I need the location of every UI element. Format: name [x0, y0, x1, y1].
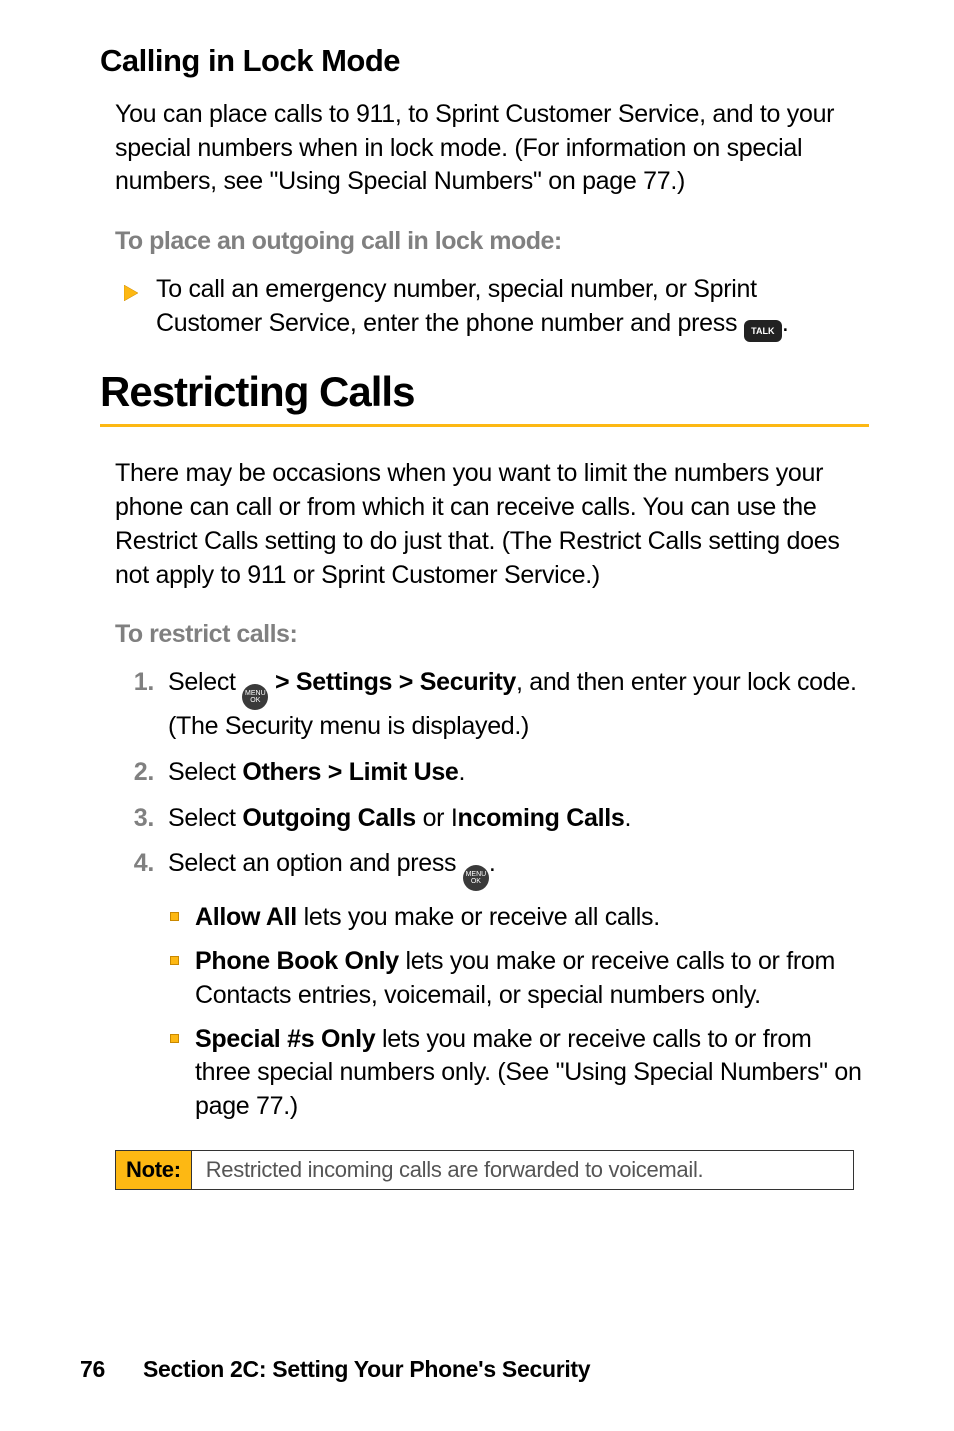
option-allow-all: Allow All lets you make or receive all c… [170, 901, 869, 935]
option-text: Phone Book Only lets you make or receive… [195, 945, 869, 1013]
step-1: 1. Select MENUOK > Settings > Security, … [124, 666, 869, 744]
icon-label: TALK [751, 325, 774, 337]
arrow-bullet-row: To call an emergency number, special num… [124, 273, 869, 342]
menu-ok-icon: MENUOK [242, 684, 268, 710]
text-fragment-bold: > Settings > Security [268, 668, 516, 696]
page-number: 76 [80, 1356, 105, 1382]
text-fragment: Select [168, 804, 242, 832]
step-content: Select Others > Limit Use. [168, 756, 869, 790]
icon-label: MENU [466, 871, 487, 878]
text-fragment: To call an emergency number, special num… [156, 275, 757, 337]
subhead-restrict-calls: To restrict calls: [115, 618, 869, 652]
subhead-place-call: To place an outgoing call in lock mode: [115, 225, 869, 259]
text-fragment: Select [168, 668, 242, 696]
page-footer: 76 Section 2C: Setting Your Phone's Secur… [80, 1354, 590, 1385]
step-number: 2. [124, 756, 154, 790]
section-title: Section 2C: Setting Your Phone's Securit… [143, 1356, 590, 1382]
step-content: Select an option and press MENUOK. Allow… [168, 847, 869, 1134]
text-fragment-bold: Allow All [195, 903, 297, 931]
steps-list: 1. Select MENUOK > Settings > Security, … [124, 666, 869, 1134]
text-fragment-bold: Phone Book Only [195, 947, 399, 975]
option-phonebook-only: Phone Book Only lets you make or receive… [170, 945, 869, 1013]
step-number: 3. [124, 802, 154, 836]
text-fragment: . [782, 309, 789, 337]
icon-label: MENU [245, 690, 266, 697]
text-fragment-bold: Special #s Only [195, 1025, 375, 1053]
text-fragment-bold: Others > Limit Use [242, 758, 458, 786]
square-bullet-icon [170, 956, 179, 965]
option-special-only: Special #s Only lets you make or receive… [170, 1023, 869, 1124]
heading-underline [100, 424, 869, 427]
play-arrow-icon [124, 273, 138, 342]
para-lock-intro: You can place calls to 911, to Sprint Cu… [115, 98, 869, 199]
step-2: 2. Select Others > Limit Use. [124, 756, 869, 790]
para-restrict-intro: There may be occasions when you want to … [115, 457, 869, 592]
text-fragment: or I [416, 804, 458, 832]
text-fragment: lets you make or receive all calls. [297, 903, 660, 931]
text-fragment: . [459, 758, 466, 786]
step-content: Select MENUOK > Settings > Security, and… [168, 666, 869, 744]
heading-calling-lock: Calling in Lock Mode [100, 40, 869, 82]
heading-restricting-calls: Restricting Calls [100, 364, 869, 421]
options-list: Allow All lets you make or receive all c… [168, 901, 869, 1124]
square-bullet-icon [170, 1034, 179, 1043]
text-fragment: Select [168, 758, 242, 786]
menu-ok-icon: MENUOK [463, 865, 489, 891]
step-4: 4. Select an option and press MENUOK. Al… [124, 847, 869, 1134]
arrow-bullet-text: To call an emergency number, special num… [156, 273, 869, 342]
text-fragment-bold: Outgoing Calls [242, 804, 416, 832]
step-number: 4. [124, 847, 154, 1134]
square-bullet-icon [170, 912, 179, 921]
text-fragment: . [489, 849, 496, 877]
option-text: Special #s Only lets you make or receive… [195, 1023, 869, 1124]
step-content: Select Outgoing Calls or Incoming Calls. [168, 802, 869, 836]
option-text: Allow All lets you make or receive all c… [195, 901, 869, 935]
note-box: Note: Restricted incoming calls are forw… [115, 1150, 854, 1190]
step-number: 1. [124, 666, 154, 744]
icon-label: OK [471, 878, 481, 885]
step-3: 3. Select Outgoing Calls or Incoming Cal… [124, 802, 869, 836]
note-text: Restricted incoming calls are forwarded … [192, 1151, 718, 1189]
note-label: Note: [116, 1151, 192, 1189]
icon-label: OK [250, 697, 260, 704]
talk-key-icon: TALK [744, 320, 782, 342]
text-fragment: . [624, 804, 631, 832]
text-fragment-bold: ncoming Calls [458, 804, 625, 832]
text-fragment: Select an option and press [168, 849, 463, 877]
